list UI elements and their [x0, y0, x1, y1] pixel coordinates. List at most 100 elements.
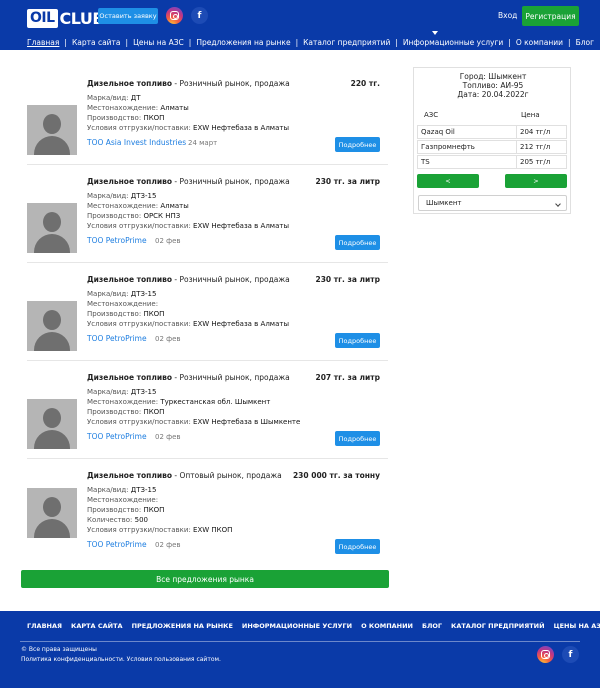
listing-product: Дизельное топливо: [87, 177, 172, 186]
listing-divider: [27, 262, 388, 263]
listing-market: - Оптовый рынок, продажа: [171, 471, 282, 480]
footer-nav: ГЛАВНАЯ КАРТА САЙТА ПРЕДЛОЖЕНИЯ НА РЫНКЕ…: [27, 622, 600, 630]
listing-card: Дизельное топливо - Розничный рынок, про…: [27, 177, 388, 257]
listing-title: Дизельное топливо - Розничный рынок, про…: [87, 79, 290, 88]
instagram-icon[interactable]: [166, 7, 183, 24]
logo-oil: OIL: [27, 8, 58, 28]
nav-item-info-services[interactable]: Информационные услуги: [403, 38, 503, 47]
listing-company-link[interactable]: ТОО PetroPrime: [87, 432, 147, 441]
details-button[interactable]: Подробнее: [335, 235, 380, 250]
listing-date: 02 фев: [155, 541, 181, 549]
listing-date: 02 фев: [155, 237, 181, 245]
details-button[interactable]: Подробнее: [335, 333, 380, 348]
site-header: OIL CLUB Оставить заявку f Вход Регистра…: [0, 0, 600, 50]
listing-card: Дизельное топливо - Розничный рынок, про…: [27, 373, 388, 453]
footer-link-info-services[interactable]: ИНФОРМАЦИОННЫЕ УСЛУГИ: [242, 622, 352, 630]
facebook-icon[interactable]: f: [191, 7, 208, 24]
login-link[interactable]: Вход: [498, 11, 517, 20]
chevron-down-icon: [555, 201, 561, 207]
station-price: 205 тг/л: [516, 155, 567, 169]
listing-price: 207 тг. за литр: [315, 373, 381, 382]
footer-link-about[interactable]: О КОМПАНИИ: [361, 622, 413, 630]
station-price: 212 тг/л: [516, 140, 567, 154]
footer-link-catalog[interactable]: КАТАЛОГ ПРЕДПРИЯТИЙ: [451, 622, 545, 630]
listing-market: - Розничный рынок, продажа: [171, 177, 290, 186]
nav-item-home[interactable]: Главная: [27, 38, 59, 47]
nav-item-market-offers[interactable]: Предложения на рынке: [196, 38, 290, 47]
listing-product: Дизельное топливо: [87, 373, 172, 382]
footer-link-gas-prices[interactable]: ЦЕНЫ НА АЗС: [554, 622, 600, 630]
listing-brand: Марка/вид: ДТЗ-15: [87, 192, 157, 200]
widget-info: Город: Шымкент Топливо: АИ-95 Дата: 20.0…: [414, 72, 572, 99]
listing-brand: Марка/вид: ДТЗ-15: [87, 290, 157, 298]
nav-item-blog[interactable]: Блог: [576, 38, 594, 47]
facebook-icon[interactable]: f: [562, 646, 579, 663]
station-price: 204 тг/л: [516, 125, 567, 139]
listing-company-link[interactable]: ТОО PetroPrime: [87, 334, 147, 343]
footer-link-blog[interactable]: БЛОГ: [422, 622, 442, 630]
request-button[interactable]: Оставить заявку: [98, 8, 158, 24]
next-button[interactable]: >: [505, 174, 567, 188]
listing-location: Местонахождение:: [87, 496, 159, 504]
listing-card: Дизельное топливо - Розничный рынок, про…: [27, 79, 388, 159]
listing-divider: [27, 458, 388, 459]
listing-terms: Условия отгрузки/поставки: EXW Нефтебаза…: [87, 320, 289, 328]
avatar-placeholder-icon: [27, 488, 77, 538]
avatar-placeholder-icon: [27, 399, 77, 449]
listing-brand: Марка/вид: ДТ: [87, 94, 141, 102]
site-footer: ГЛАВНАЯ КАРТА САЙТА ПРЕДЛОЖЕНИЯ НА РЫНКЕ…: [0, 611, 600, 688]
site-logo[interactable]: OIL CLUB: [27, 7, 105, 29]
listing-location: Местонахождение: Туркестанская обл. Шымк…: [87, 398, 271, 406]
listing-title: Дизельное топливо - Розничный рынок, про…: [87, 373, 290, 382]
details-button[interactable]: Подробнее: [335, 137, 380, 152]
listing-production: Производство: ПКОП: [87, 506, 165, 514]
city-select[interactable]: Шымкент: [418, 195, 567, 211]
listing-company-link[interactable]: ТОО Asia Invest Industries: [87, 138, 186, 147]
nav-separator: |: [568, 37, 571, 47]
listing-production: Производство: ОРСК НПЗ: [87, 212, 181, 220]
listing-divider: [27, 360, 388, 361]
listing-price: 220 тг.: [350, 79, 380, 88]
nav-separator: |: [295, 37, 299, 47]
listing-product: Дизельное топливо: [87, 471, 172, 480]
listing-market: - Розничный рынок, продажа: [171, 373, 290, 382]
caret-down-icon: [432, 31, 438, 35]
listing-title: Дизельное топливо - Оптовый рынок, прода…: [87, 471, 282, 480]
footer-link-home[interactable]: ГЛАВНАЯ: [27, 622, 62, 630]
listing-card: Дизельное топливо - Розничный рынок, про…: [27, 275, 388, 355]
nav-item-gas-prices[interactable]: Цены на АЗС: [133, 38, 184, 47]
listing-company-link[interactable]: ТОО PetroPrime: [87, 540, 147, 549]
policy-link[interactable]: Политика конфиденциальности. Условия пол…: [21, 656, 221, 663]
listing-title: Дизельное топливо - Розничный рынок, про…: [87, 177, 290, 186]
footer-link-sitemap[interactable]: КАРТА САЙТА: [71, 622, 123, 630]
nav-item-catalog[interactable]: Каталог предприятий: [303, 38, 390, 47]
copyright-text: © Все права защищены: [21, 646, 97, 653]
details-button[interactable]: Подробнее: [335, 539, 380, 554]
nav-separator: |: [125, 37, 129, 47]
listing-terms: Условия отгрузки/поставки: EXW ПКОП: [87, 526, 233, 534]
station-name: Газпромнефть: [417, 140, 517, 154]
listing-title: Дизельное топливо - Розничный рынок, про…: [87, 275, 290, 284]
main-nav: Главная | Карта сайта | Цены на АЗС | Пр…: [27, 36, 594, 48]
all-offers-button[interactable]: Все предложения рынка: [21, 570, 389, 588]
prev-button[interactable]: <: [417, 174, 479, 188]
nav-separator: |: [64, 37, 67, 47]
listing-market: - Розничный рынок, продажа: [171, 79, 290, 88]
listing-product: Дизельное топливо: [87, 275, 172, 284]
details-button[interactable]: Подробнее: [335, 431, 380, 446]
instagram-icon[interactable]: [537, 646, 554, 663]
listing-price: 230 тг. за литр: [315, 275, 381, 284]
listing-company-link[interactable]: ТОО PetroPrime: [87, 236, 147, 245]
column-header-station: АЗС: [424, 111, 439, 119]
register-button[interactable]: Регистрация: [522, 6, 579, 26]
nav-item-sitemap[interactable]: Карта сайта: [72, 38, 121, 47]
widget-city: Город: Шымкент: [459, 72, 527, 81]
footer-link-market-offers[interactable]: ПРЕДЛОЖЕНИЯ НА РЫНКЕ: [132, 622, 233, 630]
nav-separator: |: [395, 37, 398, 47]
listing-terms: Условия отгрузки/поставки: EXW Нефтебаза…: [87, 418, 301, 426]
gas-price-widget: Город: Шымкент Топливо: АИ-95 Дата: 20.0…: [413, 67, 571, 214]
listing-date: 24 март: [188, 139, 218, 147]
nav-item-about[interactable]: О компании: [516, 38, 563, 47]
listing-location: Местонахождение: Алматы: [87, 104, 189, 112]
listing-price: 230 000 тг. за тонну: [292, 471, 380, 480]
